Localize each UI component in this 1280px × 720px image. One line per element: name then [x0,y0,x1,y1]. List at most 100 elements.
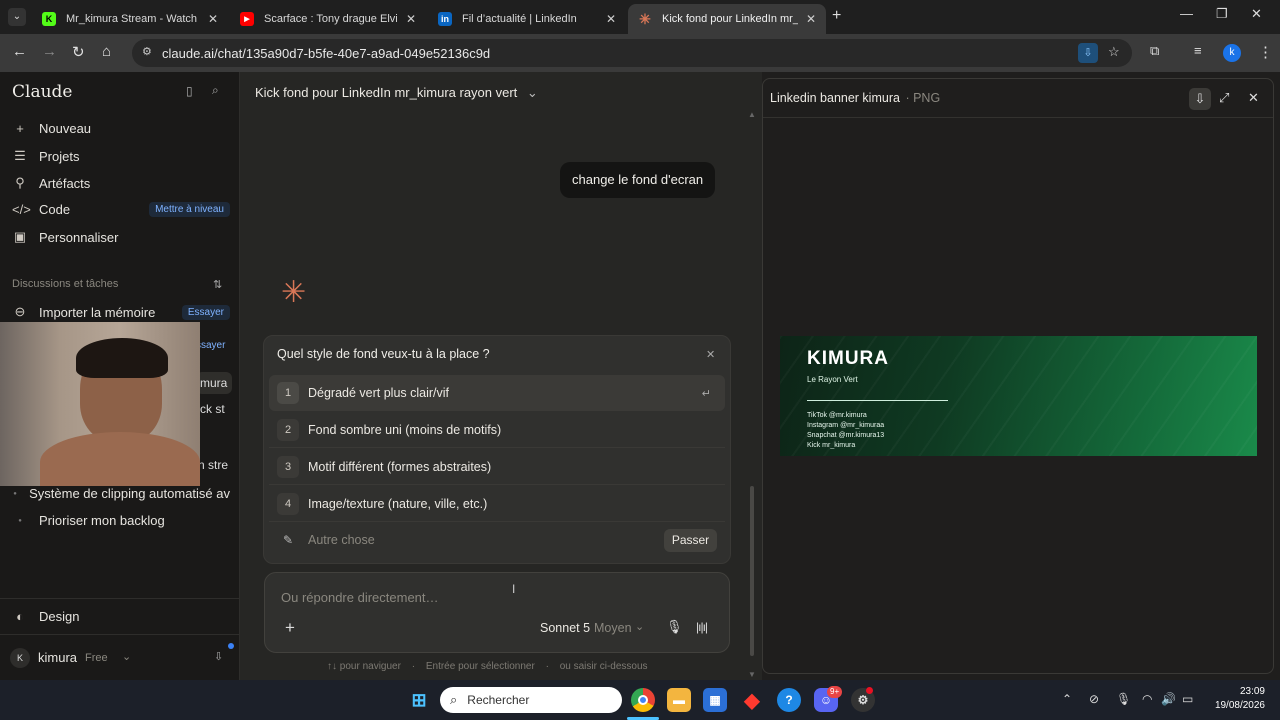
install-app-icon[interactable]: ⇩ [1078,43,1098,63]
taskbar-search-placeholder: Rechercher [467,693,530,707]
skip-button[interactable]: Passer [664,529,717,552]
sidebar-item-import-memory[interactable]: ⊖ Importer la mémoire Essayer [12,304,230,320]
scrollbar-thumb[interactable] [750,486,754,656]
browser-tab-youtube[interactable]: ▶ Scarface : Tony drague Elvira Cl ✕ [230,4,426,34]
scroll-up-icon[interactable]: ▲ [748,110,756,119]
new-tab-icon[interactable]: + [832,7,841,25]
option-3[interactable]: 3 Motif différent (formes abstraites) [269,449,725,485]
toggle-sidebar-icon[interactable]: ▯ [186,84,193,98]
tab-title: Kick fond pour LinkedIn mr_kim [662,13,798,25]
recent-chat[interactable]: n stre [198,458,228,472]
chrome-icon[interactable] [631,688,655,712]
battery-icon[interactable]: ▭ [1182,692,1193,706]
site-info-icon[interactable]: ⚙ [142,45,152,58]
extensions-icon[interactable]: ⧉ [1150,43,1159,59]
sidebar-item-artifacts[interactable]: ⚲ Artéfacts [12,175,230,191]
close-tab-icon[interactable]: ✕ [208,12,218,26]
windows-taskbar: ⊞ ⌕ Rechercher ▬ ▦ ◆ ? ☺ 9+ ⚙ ⌃ ⊘ 🎙 ◠ 🔊 … [0,680,1280,720]
sidebar-item-design[interactable]: ◐ Design [12,609,230,624]
bookmark-star-icon[interactable]: ☆ [1108,44,1120,60]
browser-tab-linkedin[interactable]: in Fil d’actualité | LinkedIn ✕ [428,4,626,34]
close-icon[interactable]: ✕ [706,348,715,361]
hint-type: ou saisir ci-dessous [559,661,648,672]
option-4[interactable]: 4 Image/texture (nature, ville, etc.) [269,486,725,522]
taskbar-search[interactable]: ⌕ Rechercher [440,687,622,713]
microphone-icon[interactable]: 🎙 [1116,692,1131,706]
effort-selector[interactable]: Moyen [594,621,632,635]
camera-off-icon[interactable]: ⊘ [1089,692,1099,706]
linkedin-icon: in [438,12,452,26]
browser-tab-claude[interactable]: ✳ Kick fond pour LinkedIn mr_kim ✕ [628,4,826,34]
help-icon[interactable]: ? [777,688,801,712]
user-avatar[interactable]: K [10,648,30,668]
address-input[interactable]: ⚙ claude.ai/chat/135a90d7-b5fe-40e7-a9ad… [132,39,1132,67]
user-name[interactable]: kimura [38,650,77,665]
browser-menu-icon[interactable]: ⋮ [1258,43,1273,61]
try-badge[interactable]: Essayer [181,304,230,320]
sidebar-item-projects[interactable]: ☰ Projets [12,148,230,164]
minimize-icon[interactable]: — [1180,6,1193,21]
close-tab-icon[interactable]: ✕ [806,12,816,26]
search-icon[interactable]: ⌕ [212,83,219,98]
close-tab-icon[interactable]: ✕ [406,12,416,26]
download-icon[interactable]: ⇩ [1189,88,1211,110]
banner-subtitle: Le Rayon Vert [807,375,858,384]
claude-spark-icon: ✳ [281,276,307,309]
chevron-down-icon[interactable]: ⌄ [635,620,644,633]
option-2[interactable]: 2 Fond sombre uni (moins de motifs) [269,412,725,448]
volume-icon[interactable]: 🔊 [1161,692,1176,706]
reply-input[interactable]: Ou répondre directement… [281,590,439,605]
webcam-overlay [0,322,200,486]
bullet-icon: ● [18,517,22,524]
restore-icon[interactable]: ❐ [1216,6,1228,22]
person-shoulders [40,432,200,486]
clock[interactable]: 23:09 19/08/2026 [1211,685,1265,713]
close-tab-icon[interactable]: ✕ [606,12,616,26]
filter-icon[interactable]: ⇅ [213,278,222,291]
tab-search-button[interactable]: ⌄ [8,8,26,26]
option-label: Fond sombre uni (moins de motifs) [308,422,502,437]
windows-start-icon[interactable]: ⊞ [407,688,431,712]
voice-mode-icon[interactable]: |ı|ı| [696,620,708,634]
home-icon[interactable]: ⌂ [102,43,111,60]
sidebar-item-new[interactable]: + Nouveau [12,121,230,136]
recent-chat[interactable]: ● Système de clipping automatisé av [12,486,230,501]
file-explorer-icon[interactable]: ▬ [667,688,691,712]
upgrade-badge[interactable]: Mettre à niveau [149,202,230,217]
browser-tab-kick[interactable]: K Mr_kimura Stream - Watch Live ✕ [32,4,228,34]
option-1[interactable]: 1 Dégradé vert plus clair/vif ↵ [269,375,725,411]
recent-chat-active[interactable]: mura [196,372,232,394]
tray-overflow-icon[interactable]: ⌃ [1062,692,1072,706]
chevron-down-icon[interactable]: ⌄ [122,650,131,663]
option-label: Image/texture (nature, ville, etc.) [308,496,488,511]
app-icon[interactable]: ◆ [740,688,764,712]
media-controls-icon[interactable]: ≡ [1194,43,1202,58]
scroll-down-icon[interactable]: ▼ [748,670,756,679]
download-icon[interactable]: ⇩ [214,650,223,663]
user-plan: Free [85,652,108,664]
sidebar-item-label: Importer la mémoire [39,304,156,320]
sidebar-item-customize[interactable]: ▣ Personnaliser [12,229,230,245]
sidebar-item-label: Nouveau [39,121,92,136]
plus-icon: + [16,121,24,136]
close-window-icon[interactable]: ✕ [1251,6,1262,22]
discord-badge: 9+ [827,686,843,698]
add-attachment-icon[interactable]: + [285,618,295,638]
sidebar-item-code[interactable]: </> Code Mettre à niveau [12,202,230,217]
microphone-icon[interactable]: 🎙 [666,619,683,635]
recent-chat[interactable]: ● Prioriser mon backlog [12,513,230,528]
back-icon[interactable]: ← [12,43,27,60]
close-icon[interactable]: ✕ [1248,90,1259,106]
reload-icon[interactable]: ↻ [72,43,85,61]
expand-icon[interactable]: ⤢ [1219,90,1229,106]
recent-chat[interactable]: ck st [200,402,225,416]
wifi-icon[interactable]: ◠ [1142,692,1152,706]
store-icon[interactable]: ▦ [703,688,727,712]
banner-image: KIMURA Le Rayon Vert TikTok @mr.kimura I… [780,336,1257,456]
forward-icon[interactable]: → [42,43,57,60]
chat-title-button[interactable]: Kick fond pour LinkedIn mr_kimura rayon … [255,85,538,101]
profile-avatar[interactable]: k [1223,44,1241,62]
model-selector[interactable]: Sonnet 5 [540,621,590,635]
other-answer-input[interactable]: Autre chose [308,533,375,547]
try-badge[interactable]: ssayer [196,340,225,351]
